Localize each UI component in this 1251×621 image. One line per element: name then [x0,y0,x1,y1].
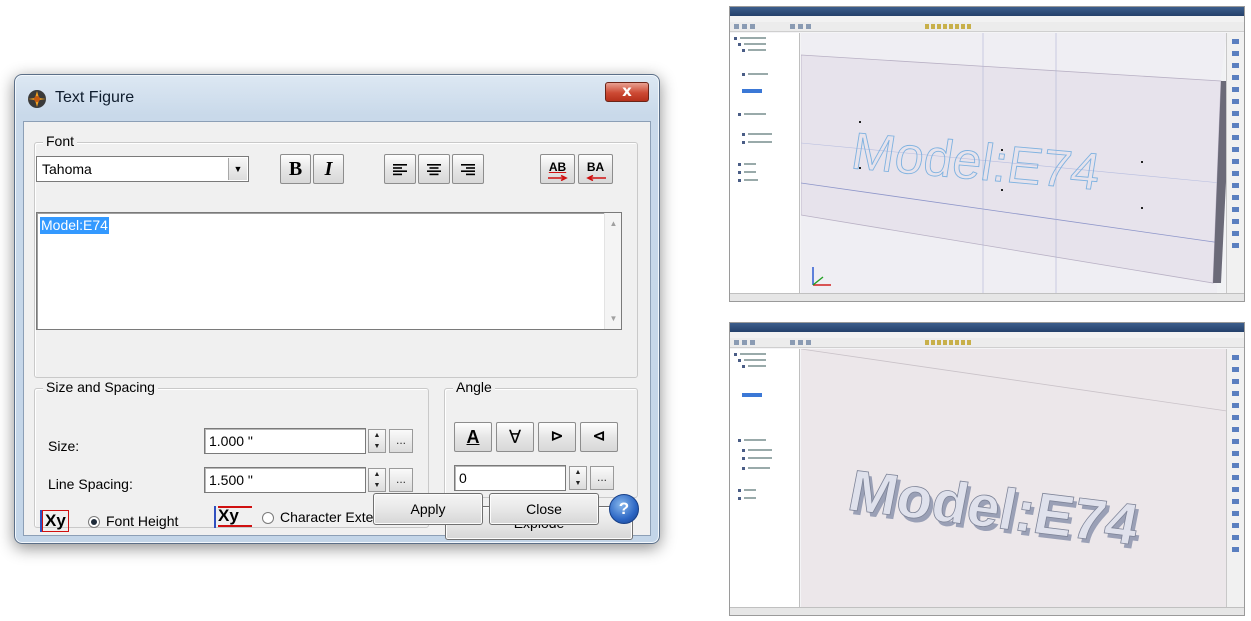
close-label: Close [526,501,562,517]
text-scrollbar[interactable]: ▲ ▼ [604,213,621,329]
char-extents-radio[interactable] [262,512,274,524]
angle-more-button[interactable]: ... [590,466,614,490]
angle-left-icon: ⊲ [592,428,606,445]
selected-text: Model:E74 [40,217,109,234]
font-group-legend: Font [43,133,78,149]
preview2-right-icons [1232,355,1239,552]
font-height-glyph: Xy [42,510,69,532]
close-window-button[interactable]: x [605,82,649,102]
align-left-button[interactable] [384,154,416,184]
angle-spinner[interactable]: ▲ ▼ [569,466,587,490]
font-height-label: Font Height [106,513,179,529]
preview2-toolbar-icons [734,340,971,345]
help-icon[interactable]: ? [609,494,639,524]
align-center-button[interactable] [418,154,450,184]
help-glyph: ? [618,499,630,518]
close-button[interactable]: Close [489,493,599,525]
direction-rtl-label: BA [586,160,605,174]
char-extents-glyph: Xy [218,506,239,525]
preview-wireframe-scene: Model:E74 [801,33,1227,294]
arrow-left-icon [586,175,606,181]
scroll-up-icon[interactable]: ▲ [605,219,622,228]
align-center-icon [427,164,441,176]
preview2-extruded-scene: Model:E74 Model:E74 [801,349,1227,608]
preview2-titlebar [730,323,1244,332]
preview-statusbar [730,293,1244,301]
angle-up-icon: A [466,427,480,447]
preview-wireframe-screenshot: Model:E74 [729,6,1245,302]
text-figure-dialog: Text Figure x Font Tahoma ▼ B I AB BA Mo… [14,74,660,544]
line-spacing-label: Line Spacing: [48,476,133,492]
text-input-area[interactable]: Model:E74 ▲ ▼ [36,212,622,330]
apply-button[interactable]: Apply [373,493,483,525]
preview-viewport: Model:E74 [801,33,1227,294]
angle-more-label: ... [596,470,607,484]
dialog-title: Text Figure [55,89,135,106]
size-value: 1.000 " [209,433,253,449]
font-height-icon: Xy [40,510,82,532]
angle-right-icon: ⊳ [550,428,564,445]
preview-tree-items [734,37,772,182]
line-spacing-more-label: ... [395,472,406,486]
title-bar[interactable]: Text Figure x [15,75,659,121]
bold-button[interactable]: B [280,154,311,184]
preview-right-icons [1232,39,1239,248]
angle-down-button[interactable]: ∀ [496,422,534,452]
size-field[interactable]: 1.000 " [204,428,366,454]
preview2-right-toolbar [1226,349,1244,607]
angle-down-icon: ∀ [508,427,522,447]
preview2-tree-panel [730,349,800,607]
font-select-value: Tahoma [42,161,92,177]
preview-toolbar [730,22,1244,32]
preview-tree-panel [730,33,800,293]
italic-label: I [324,158,333,180]
angle-legend: Angle [453,379,495,395]
angle-right-button[interactable]: ⊳ [538,422,576,452]
chevron-down-icon[interactable]: ▼ [228,158,247,180]
size-more-button[interactable]: ... [389,429,413,453]
line-spacing-spinner[interactable]: ▲ ▼ [368,468,386,492]
font-select[interactable]: Tahoma ▼ [36,156,249,182]
char-extents-icon: Xy [214,506,258,528]
align-right-button[interactable] [452,154,484,184]
bold-label: B [288,158,303,180]
size-more-label: ... [395,433,406,447]
preview2-tree-items [734,353,772,500]
preview-extruded-screenshot: Model:E74 Model:E74 [729,322,1245,616]
line-spacing-value: 1.500 " [209,472,253,488]
preview2-toolbar [730,338,1244,348]
size-spacing-legend: Size and Spacing [43,379,158,395]
preview-toolbar-icons [734,24,971,29]
direction-rtl-button[interactable]: BA [578,154,613,184]
angle-up-button[interactable]: A [454,422,492,452]
align-right-icon [461,164,475,176]
preview-right-toolbar [1226,33,1244,293]
preview2-statusbar [730,607,1244,615]
direction-ltr-label: AB [548,160,567,174]
close-icon: x [622,82,632,100]
scroll-down-icon[interactable]: ▼ [605,314,622,323]
dialog-client-area: Font Tahoma ▼ B I AB BA Model:E74 ▲ ▼ Si… [23,121,651,540]
size-label: Size: [48,438,80,454]
line-spacing-field[interactable]: 1.500 " [204,467,366,493]
angle-value: 0 [459,470,467,486]
arrow-right-icon [548,175,568,181]
angle-field[interactable]: 0 [454,465,566,491]
angle-left-button[interactable]: ⊲ [580,422,618,452]
line-spacing-more-button[interactable]: ... [389,468,413,492]
apply-label: Apply [410,501,446,517]
size-spinner[interactable]: ▲ ▼ [368,429,386,453]
preview-titlebar [730,7,1244,16]
direction-ltr-button[interactable]: AB [540,154,575,184]
font-height-radio[interactable] [88,516,100,528]
italic-button[interactable]: I [313,154,344,184]
align-left-icon [393,164,407,176]
app-icon [28,90,46,108]
preview2-viewport: Model:E74 Model:E74 [801,349,1227,608]
